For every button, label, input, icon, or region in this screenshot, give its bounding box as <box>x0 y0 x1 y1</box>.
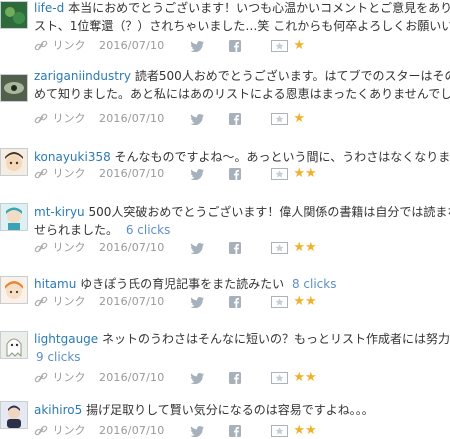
comment-text-continued: めて知りました。あと私にはあのリストによる恩恵はまったくありませんでした。 <box>34 87 450 101</box>
comment-date[interactable]: 2016/07/10 <box>99 166 164 182</box>
comment-text: 揚げ足取りして賢い気分になるのは容易ですよね。。。 <box>86 403 374 417</box>
comment-meta: リンク 2016/07/10 ★ <box>34 111 305 127</box>
comment-text: そんなものですよね〜。あっという間に、うわさはなくなりますね。 <box>114 150 450 164</box>
twitter-icon[interactable] <box>190 113 204 125</box>
link-label[interactable]: リンク <box>53 111 86 127</box>
avatar[interactable] <box>0 1 28 29</box>
comment-username[interactable]: konayuki358 <box>34 150 111 164</box>
twitter-icon[interactable] <box>190 425 204 437</box>
link-icon[interactable] <box>34 113 48 125</box>
facebook-icon[interactable] <box>229 113 242 125</box>
comment-meta: リンク 2016/07/10 ★ <box>34 38 305 54</box>
star-rating[interactable]: ★ <box>293 112 305 126</box>
comment-meta: リンク 2016/07/10 ★★ <box>34 166 317 182</box>
click-count[interactable]: 6 clicks <box>126 223 171 237</box>
comment-meta: リンク 2016/07/10 ★★ <box>34 370 317 386</box>
link-icon[interactable] <box>34 168 48 180</box>
comment-date[interactable]: 2016/07/10 <box>99 111 164 127</box>
comment-username[interactable]: mt-kiryu <box>34 205 85 219</box>
add-star-icon[interactable] <box>270 241 288 255</box>
link-label[interactable]: リンク <box>53 370 86 386</box>
avatar[interactable] <box>0 148 28 176</box>
bookmark-comment-list: life-d 本当におめでとうございます！いつも心温かいコメントとご意見をありが… <box>0 0 450 439</box>
facebook-icon[interactable] <box>229 372 242 384</box>
comment-date[interactable]: 2016/07/10 <box>99 240 164 256</box>
star-rating[interactable]: ★ <box>293 39 305 53</box>
facebook-icon[interactable] <box>229 40 242 52</box>
facebook-icon[interactable] <box>229 242 242 254</box>
comment-text: 読者500人おめでとうございます。はてブでのスターはそのように使うものなのですね… <box>134 69 450 83</box>
star-rating[interactable]: ★★ <box>293 424 316 438</box>
comment-date[interactable]: 2016/07/10 <box>99 294 164 310</box>
avatar[interactable] <box>0 401 28 429</box>
twitter-icon[interactable] <box>190 242 204 254</box>
comment-date[interactable]: 2016/07/10 <box>99 423 164 439</box>
click-count[interactable]: 9 clicks <box>36 350 81 364</box>
twitter-icon[interactable] <box>190 296 204 308</box>
facebook-icon[interactable] <box>229 296 242 308</box>
comment-username[interactable]: life-d <box>34 1 64 15</box>
link-icon[interactable] <box>34 242 48 254</box>
comment-text: ゆきぽう氏の育児記事をまた読みたい <box>80 277 285 291</box>
star-rating[interactable]: ★★ <box>293 167 316 181</box>
comment-meta: リンク 2016/07/10 ★★ <box>34 294 317 310</box>
add-star-icon[interactable] <box>270 424 288 438</box>
link-icon[interactable] <box>34 372 48 384</box>
star-rating[interactable]: ★★ <box>293 371 316 385</box>
link-label[interactable]: リンク <box>53 166 86 182</box>
link-label[interactable]: リンク <box>53 38 86 54</box>
comment-username[interactable]: akihiro5 <box>34 403 82 417</box>
link-icon[interactable] <box>34 40 48 52</box>
avatar[interactable] <box>0 203 28 231</box>
star-rating[interactable]: ★★ <box>293 295 316 309</box>
comment-date[interactable]: 2016/07/10 <box>99 38 164 54</box>
comment-text-continued: スト、1位奪還（？）されちゃいました…笑 これからも何卒よろしくお願いいたします… <box>34 19 450 33</box>
comment-text: 本当におめでとうございます！いつも心温かいコメントとご意見をありがとうございます… <box>68 1 450 15</box>
twitter-icon[interactable] <box>190 372 204 384</box>
add-star-icon[interactable] <box>270 295 288 309</box>
link-icon[interactable] <box>34 296 48 308</box>
facebook-icon[interactable] <box>229 168 242 180</box>
avatar[interactable] <box>0 74 28 102</box>
link-label[interactable]: リンク <box>53 294 86 310</box>
add-star-icon[interactable] <box>270 167 288 181</box>
comment-username[interactable]: zariganiindustry <box>34 69 131 83</box>
comment-text: 500人突破おめでとうございます！偉人関係の書籍は自分では読まないので楽しく読ま <box>88 205 450 219</box>
twitter-icon[interactable] <box>190 40 204 52</box>
star-rating[interactable]: ★★ <box>293 241 316 255</box>
avatar[interactable] <box>0 331 28 359</box>
link-label[interactable]: リンク <box>53 240 86 256</box>
add-star-icon[interactable] <box>270 39 288 53</box>
link-label[interactable]: リンク <box>53 423 86 439</box>
facebook-icon[interactable] <box>229 425 242 437</box>
click-count[interactable]: 8 clicks <box>292 277 337 291</box>
comment-text: ネットのうわさはそんなに短いの？もっとリスト作成者には努力してほしい <box>102 332 450 346</box>
comment-username[interactable]: lightgauge <box>34 332 98 346</box>
link-icon[interactable] <box>34 425 48 437</box>
comment-meta: リンク 2016/07/10 ★★ <box>34 423 317 439</box>
twitter-icon[interactable] <box>190 168 204 180</box>
comment-date[interactable]: 2016/07/10 <box>99 370 164 386</box>
avatar[interactable] <box>0 276 28 304</box>
add-star-icon[interactable] <box>270 112 288 126</box>
comment-meta: リンク 2016/07/10 ★★ <box>34 240 317 256</box>
comment-text-continued: せられました。 <box>34 223 119 237</box>
add-star-icon[interactable] <box>270 371 288 385</box>
comment-username[interactable]: hitamu <box>34 277 76 291</box>
